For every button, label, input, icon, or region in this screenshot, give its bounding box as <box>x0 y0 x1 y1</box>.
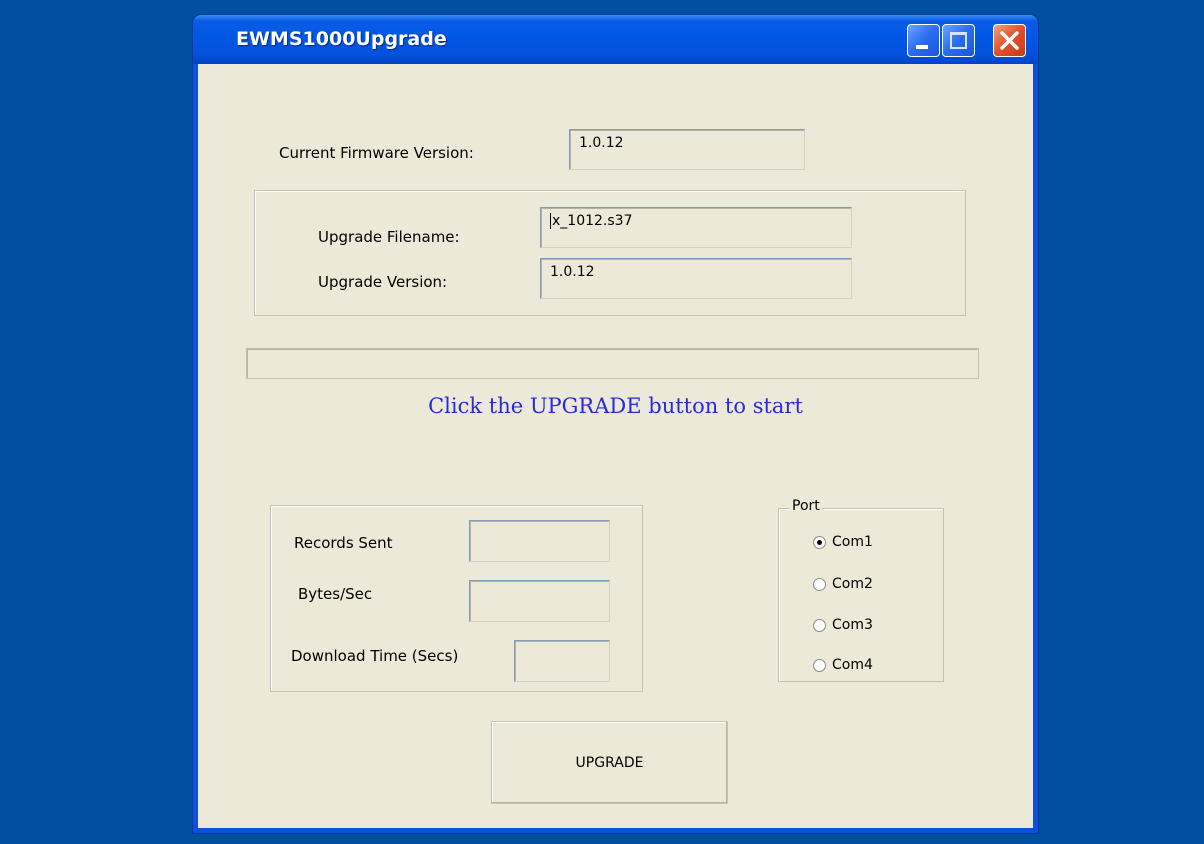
records-sent-field <box>469 520 610 562</box>
port-option-com3[interactable]: Com3 <box>813 617 873 633</box>
radio-button[interactable] <box>813 577 826 591</box>
port-option-com4[interactable]: Com4 <box>813 657 873 673</box>
current-firmware-field: 1.0.12 <box>569 129 805 170</box>
radio-button[interactable] <box>813 535 826 549</box>
radio-label: Com3 <box>832 617 873 633</box>
radio-label: Com1 <box>832 534 873 550</box>
window-title: EWMS1000Upgrade <box>236 28 447 50</box>
upgrade-button[interactable]: UPGRADE <box>491 721 728 804</box>
maximize-button[interactable] <box>942 24 975 57</box>
close-button[interactable] <box>993 24 1026 57</box>
port-option-com2[interactable]: Com2 <box>813 576 873 592</box>
upgrade-filename-field[interactable]: x_1012.s37 <box>540 207 852 248</box>
bytes-sec-field <box>469 580 610 622</box>
maximize-icon <box>950 32 967 49</box>
upgrade-filename-value: x_1012.s37 <box>552 213 633 229</box>
progress-bar <box>246 348 979 379</box>
window-client-area: Current Firmware Version: 1.0.12 Upgrade… <box>198 64 1033 828</box>
radio-button[interactable] <box>813 618 826 632</box>
records-sent-label: Records Sent <box>294 534 393 552</box>
radio-button[interactable] <box>813 658 826 672</box>
upgrade-version-field: 1.0.12 <box>540 258 852 299</box>
upgrade-filename-label: Upgrade Filename: <box>318 228 460 246</box>
radio-label: Com4 <box>832 657 873 673</box>
upgrade-window: EWMS1000Upgrade Current Firmware Version… <box>193 15 1038 833</box>
radio-label: Com2 <box>832 576 873 592</box>
minimize-icon <box>916 45 928 49</box>
download-time-label: Download Time (Secs) <box>291 647 459 665</box>
text-cursor <box>550 213 551 229</box>
port-option-com1[interactable]: Com1 <box>813 534 873 550</box>
bytes-sec-label: Bytes/Sec <box>298 585 373 603</box>
minimize-button[interactable] <box>907 24 940 57</box>
title-bar[interactable]: EWMS1000Upgrade <box>193 15 1038 64</box>
status-message: Click the UPGRADE button to start <box>428 394 803 418</box>
current-firmware-label: Current Firmware Version: <box>279 144 474 162</box>
upgrade-version-label: Upgrade Version: <box>318 273 448 291</box>
port-legend: Port <box>790 498 822 514</box>
download-time-field <box>514 640 610 682</box>
close-icon <box>1000 31 1019 50</box>
